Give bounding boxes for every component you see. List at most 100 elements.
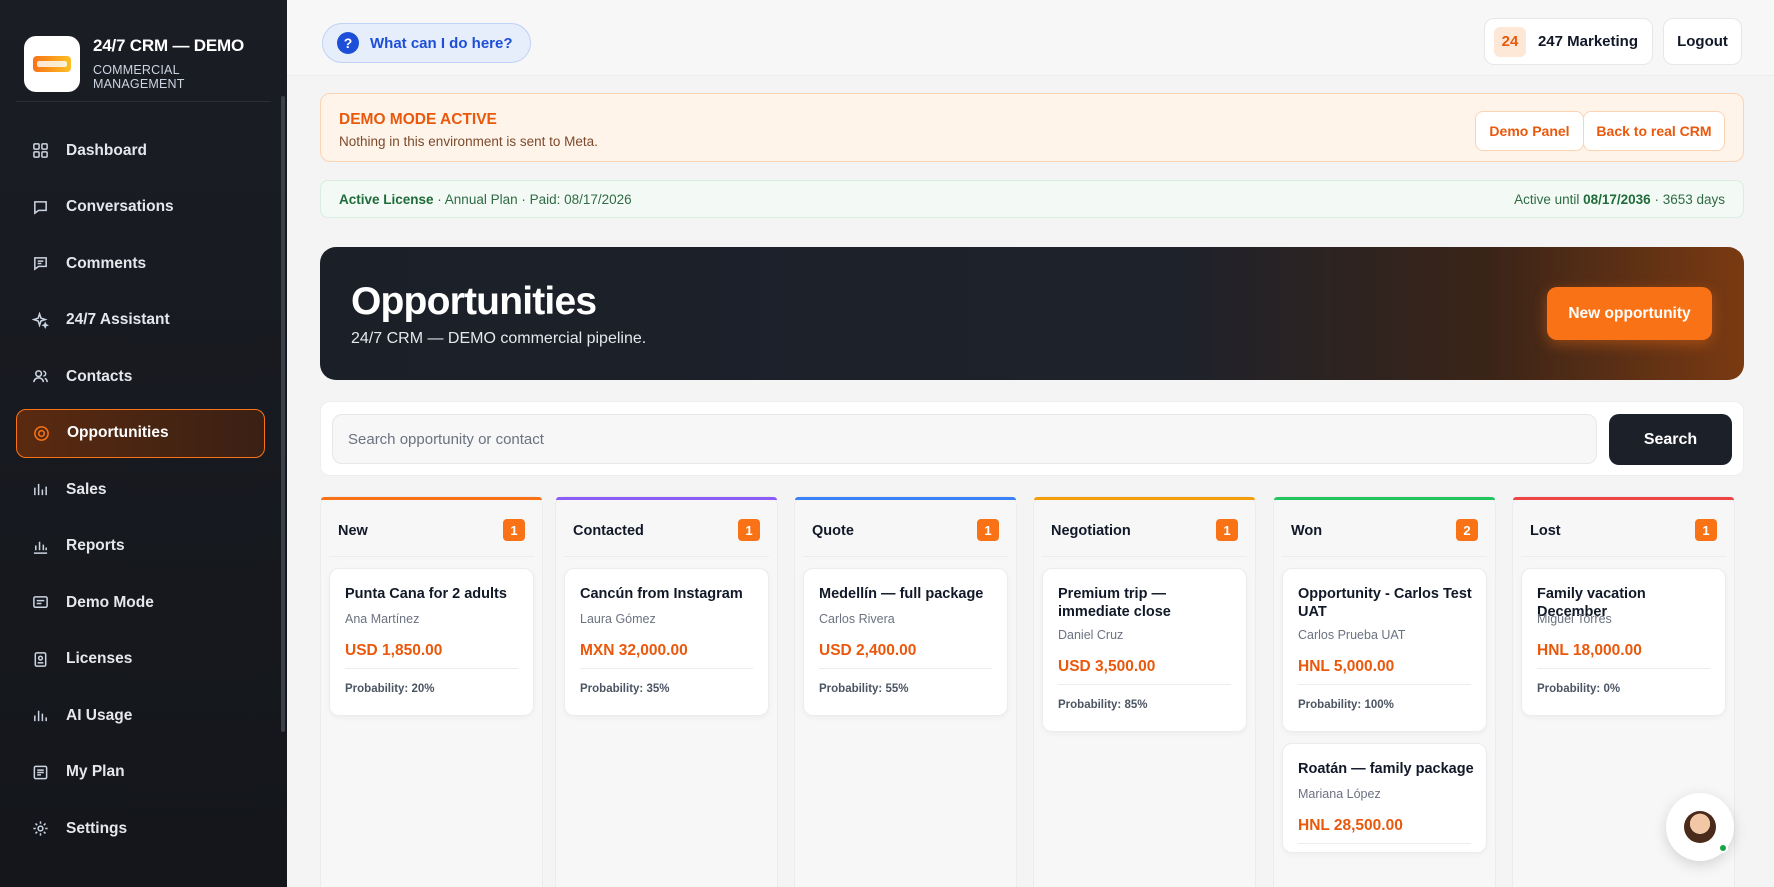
opportunity-probability: Probability: 35% bbox=[580, 683, 670, 695]
opportunity-amount: USD 1,850.00 bbox=[345, 642, 443, 659]
online-status-dot bbox=[1718, 843, 1728, 853]
column-title: Quote bbox=[812, 523, 854, 539]
column-count-badge: 1 bbox=[1216, 519, 1238, 541]
back-to-real-crm-button[interactable]: Back to real CRM bbox=[1583, 111, 1725, 151]
column-divider bbox=[1282, 556, 1487, 557]
brand-title: 24/7 CRM — DEMO bbox=[93, 36, 244, 55]
brand-subtitle: COMMERCIAL MANAGEMENT bbox=[93, 63, 185, 91]
new-opportunity-button[interactable]: New opportunity bbox=[1547, 287, 1712, 340]
demo-mode-banner: DEMO MODE ACTIVE Nothing in this environ… bbox=[320, 93, 1744, 162]
card-divider bbox=[1298, 843, 1471, 844]
sidebar-item-label: Settings bbox=[66, 819, 128, 837]
users-icon bbox=[31, 368, 49, 386]
report-chart-icon bbox=[31, 537, 49, 555]
sidebar-item-label: 24/7 Assistant bbox=[66, 311, 170, 328]
opportunity-title: Medellín — full package bbox=[819, 586, 984, 602]
sidebar-item-assistant[interactable]: 24/7 Assistant bbox=[16, 296, 265, 345]
account-chip[interactable]: 24 247 Marketing bbox=[1483, 18, 1653, 65]
license-status: Active License bbox=[339, 192, 434, 207]
grid-icon bbox=[31, 142, 49, 160]
gear-icon bbox=[31, 820, 49, 838]
sidebar-nav: Dashboard Conversations Comments 24/7 As… bbox=[0, 102, 287, 853]
help-button[interactable]: ? What can I do here? bbox=[322, 23, 531, 63]
opportunity-card[interactable]: Punta Cana for 2 adults Ana Martínez USD 1… bbox=[329, 568, 534, 716]
opportunity-card[interactable]: Roatán — family package Mariana López HNL … bbox=[1282, 743, 1487, 853]
license-until-prefix: Active until bbox=[1514, 192, 1584, 207]
column-title: New bbox=[338, 523, 368, 539]
brand-logo bbox=[24, 35, 80, 92]
opportunity-contact: Miguel Torres bbox=[1537, 612, 1612, 626]
card-divider bbox=[345, 668, 518, 669]
card-divider bbox=[819, 668, 992, 669]
sidebar-item-label: Sales bbox=[66, 480, 107, 498]
search-button[interactable]: Search bbox=[1609, 414, 1732, 465]
column-color-bar bbox=[1513, 497, 1734, 500]
demo-banner-subtitle: Nothing in this environment is sent to M… bbox=[339, 134, 598, 149]
opportunity-contact: Laura Gómez bbox=[580, 612, 656, 626]
sidebar-item-reports[interactable]: Reports bbox=[16, 522, 265, 571]
bar-chart-icon bbox=[31, 481, 49, 499]
card-divider bbox=[580, 668, 753, 669]
sidebar-item-demo-mode[interactable]: Demo Mode bbox=[16, 578, 265, 627]
sidebar-item-sales[interactable]: Sales bbox=[16, 465, 265, 514]
page-header: Opportunities 24/7 CRM — DEMO commercial… bbox=[320, 247, 1744, 380]
usage-chart-icon bbox=[31, 707, 49, 725]
opportunity-card[interactable]: Opportunity - Carlos Test UAT Carlos Prue… bbox=[1282, 568, 1487, 732]
column-count-badge: 1 bbox=[738, 519, 760, 541]
sidebar-item-licenses[interactable]: Licenses bbox=[16, 635, 265, 684]
opportunity-amount: HNL 5,000.00 bbox=[1298, 658, 1395, 675]
opportunity-amount: HNL 28,500.00 bbox=[1298, 817, 1403, 834]
topbar: ? What can I do here? 24 247 Marketing L… bbox=[287, 0, 1774, 76]
license-info: Active License · Annual Plan · Paid: 08/… bbox=[339, 192, 632, 207]
account-name: 247 Marketing bbox=[1537, 33, 1638, 50]
sidebar-item-opportunities[interactable]: Opportunities bbox=[16, 408, 265, 458]
sidebar-item-label: Conversations bbox=[66, 198, 174, 215]
sidebar-item-my-plan[interactable]: My Plan bbox=[16, 748, 265, 797]
chat-assistant-button[interactable] bbox=[1666, 793, 1734, 861]
search-bar: Search bbox=[320, 401, 1744, 476]
opportunity-probability: Probability: 85% bbox=[1058, 699, 1148, 711]
demo-panel-button[interactable]: Demo Panel bbox=[1475, 111, 1584, 151]
opportunity-amount: USD 2,400.00 bbox=[819, 642, 917, 659]
column-divider bbox=[329, 556, 534, 557]
account-badge: 24 bbox=[1493, 26, 1526, 57]
sidebar-item-conversations[interactable]: Conversations bbox=[16, 183, 265, 232]
column-count-badge: 1 bbox=[503, 519, 525, 541]
assistant-avatar bbox=[1684, 811, 1716, 843]
sidebar-item-contacts[interactable]: Contacts bbox=[16, 352, 265, 401]
pipeline-column-contacted: Contacted 1 Cancún from Instagram Laura Góm… bbox=[555, 496, 778, 887]
opportunity-card[interactable]: Family vacation December Miguel Torres HNL… bbox=[1521, 568, 1726, 716]
opportunity-contact: Mariana López bbox=[1298, 787, 1381, 801]
sidebar-item-ai-usage[interactable]: AI Usage bbox=[16, 691, 265, 740]
opportunity-card[interactable]: Premium trip — immediate close Daniel Cru… bbox=[1042, 568, 1247, 732]
license-until-date: 08/17/2036 bbox=[1583, 192, 1651, 207]
logout-button[interactable]: Logout bbox=[1663, 18, 1742, 65]
sparkle-icon bbox=[31, 311, 49, 329]
sidebar-item-comments[interactable]: Comments bbox=[16, 239, 265, 288]
column-color-bar bbox=[556, 497, 777, 500]
opportunity-title: Opportunity - Carlos Test UAT bbox=[1298, 586, 1472, 620]
column-divider bbox=[1042, 556, 1247, 557]
opportunity-contact: Daniel Cruz bbox=[1058, 628, 1124, 642]
column-count-badge: 1 bbox=[977, 519, 999, 541]
license-bar: Active License · Annual Plan · Paid: 08/… bbox=[320, 180, 1744, 218]
opportunity-amount: USD 3,500.00 bbox=[1058, 658, 1156, 675]
sidebar-item-label: Comments bbox=[66, 254, 147, 272]
brand[interactable]: 24/7 CRM — DEMO COMMERCIAL MANAGEMENT bbox=[16, 0, 271, 102]
sidebar-item-settings[interactable]: Settings bbox=[16, 804, 265, 853]
search-input[interactable] bbox=[332, 414, 1597, 464]
opportunity-title: Premium trip — immediate close bbox=[1058, 586, 1171, 620]
pipeline-column-negotiation: Negotiation 1 Premium trip — immediate clo… bbox=[1033, 496, 1256, 887]
opportunity-contact: Carlos Prueba UAT bbox=[1298, 628, 1406, 642]
help-label: What can I do here? bbox=[370, 34, 513, 52]
sidebar-item-dashboard[interactable]: Dashboard bbox=[16, 126, 265, 175]
pipeline-column-won: Won 2 Opportunity - Carlos Test UAT Carlos … bbox=[1273, 496, 1496, 887]
page-subtitle: 24/7 CRM — DEMO commercial pipeline. bbox=[351, 330, 647, 347]
sidebar-scrollbar[interactable] bbox=[281, 96, 285, 732]
sidebar-item-label: Licenses bbox=[66, 650, 133, 667]
card-divider bbox=[1058, 684, 1231, 685]
opportunity-card[interactable]: Cancún from Instagram Laura Gómez MXN 32,0… bbox=[564, 568, 769, 716]
opportunity-title: Punta Cana for 2 adults bbox=[345, 586, 507, 602]
column-count-badge: 1 bbox=[1695, 519, 1717, 541]
opportunity-card[interactable]: Medellín — full package Carlos Rivera USD … bbox=[803, 568, 1008, 716]
